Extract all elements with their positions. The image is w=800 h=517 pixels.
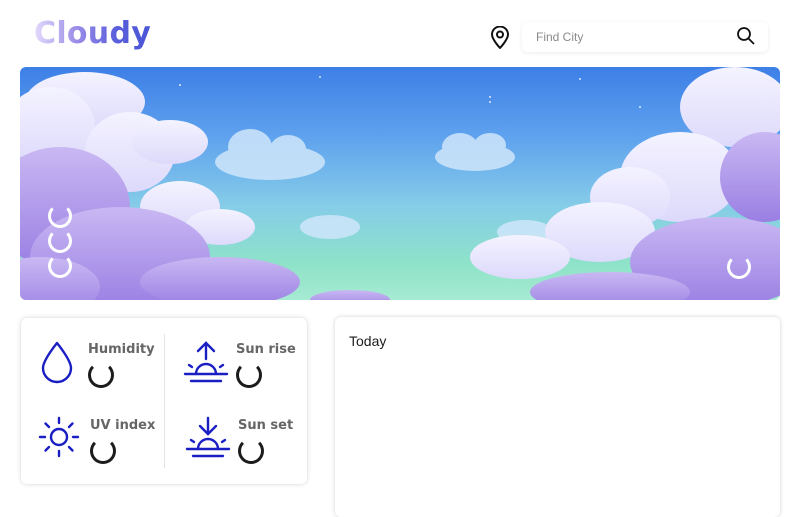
- uv-index-stat: UV index: [21, 401, 164, 484]
- loading-spinner: [48, 204, 72, 228]
- weather-hero-banner: [20, 67, 780, 300]
- loading-spinner: [48, 254, 72, 278]
- search-bar: [522, 22, 768, 52]
- search-input[interactable]: [534, 27, 730, 47]
- stat-label: Sun set: [238, 418, 294, 433]
- loading-spinner: [88, 362, 114, 388]
- stat-label: Humidity: [88, 342, 155, 357]
- droplet-icon: [41, 341, 73, 384]
- loading-spinner: [236, 362, 262, 388]
- today-forecast-card: Today: [335, 317, 780, 517]
- loading-spinner: [48, 229, 72, 253]
- app-header: Cloudy: [0, 0, 800, 66]
- loading-spinner: [90, 438, 116, 464]
- location-pin-icon[interactable]: [489, 26, 511, 50]
- sunrise-stat: Sun rise: [165, 318, 307, 401]
- stat-label: Sun rise: [236, 342, 296, 357]
- sunrise-icon: [183, 341, 229, 383]
- sky-clouds-illustration: [20, 67, 780, 300]
- forecast-title: Today: [349, 333, 387, 349]
- loading-spinner: [727, 255, 751, 279]
- humidity-stat: Humidity: [21, 318, 164, 401]
- loading-spinner: [238, 438, 264, 464]
- stat-label: UV index: [90, 418, 156, 433]
- app-logo[interactable]: Cloudy: [34, 16, 151, 51]
- sunset-icon: [185, 416, 231, 458]
- search-icon[interactable]: [736, 26, 756, 46]
- sun-icon: [38, 416, 80, 458]
- today-highlights-card: Humidity Sun rise UV index Sun set: [21, 318, 307, 484]
- sunset-stat: Sun set: [165, 401, 307, 484]
